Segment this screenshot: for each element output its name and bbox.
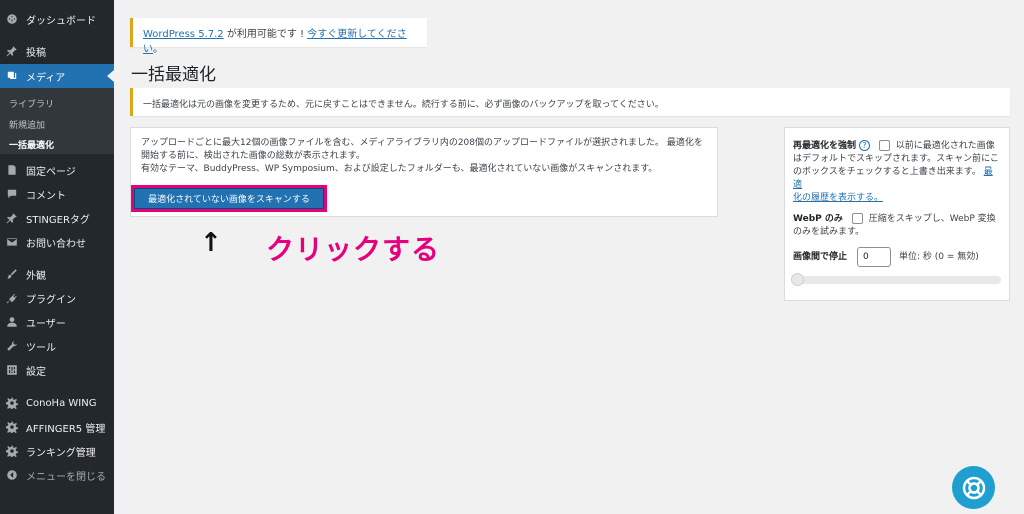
menu-users[interactable]: ユーザー: [0, 310, 114, 334]
gear-icon: [6, 421, 18, 433]
menu-tools[interactable]: ツール: [0, 334, 114, 358]
menu-conoha-wing[interactable]: ConoHa WING: [0, 391, 114, 415]
pin-icon: [6, 212, 18, 224]
menu-dashboard[interactable]: ダッシュボード: [0, 7, 114, 31]
scan-unoptimized-images-button[interactable]: 最適化されていない画像をスキャンする: [134, 188, 324, 209]
scan-button-highlight: 最適化されていない画像をスキャンする: [131, 185, 327, 212]
lifebuoy-icon: [962, 476, 985, 499]
menu-contact[interactable]: お問い合わせ: [0, 230, 114, 254]
menu-affinger5[interactable]: AFFINGER5 管理: [0, 415, 114, 439]
help-beacon-button[interactable]: [952, 466, 995, 509]
menu-pages-label: 固定ページ: [26, 166, 76, 178]
gear-icon: [6, 397, 18, 409]
delay-row: 画像間で停止 単位: 秒 (0 = 無効): [793, 247, 979, 267]
delay-slider-track[interactable]: [795, 276, 1001, 284]
force-reoptimize-label: 再最適化を強制: [793, 141, 857, 151]
menu-plugins[interactable]: プラグイン: [0, 286, 114, 310]
webp-only-checkbox[interactable]: [851, 213, 863, 224]
user-icon: [6, 316, 18, 328]
menu-contact-label: お問い合わせ: [26, 238, 86, 250]
wordpress-version-link[interactable]: WordPress 5.7.2: [143, 29, 224, 40]
webp-desc-1: 圧縮をスキップし、WebP 変換: [868, 214, 996, 224]
pin-icon: [6, 45, 18, 57]
menu-posts[interactable]: 投稿: [0, 39, 114, 63]
wrench-icon: [6, 340, 18, 352]
menu-pages[interactable]: 固定ページ: [0, 158, 114, 182]
menu-appearance[interactable]: 外観: [0, 262, 114, 286]
force-reoptimize-desc-2: はデフォルトでスキップされます。スキャン前にこ: [793, 154, 999, 164]
menu-stinger-tags[interactable]: STINGERタグ: [0, 206, 114, 230]
mail-icon: [6, 236, 18, 248]
menu-posts-label: 投稿: [26, 47, 46, 59]
backup-warning-text: 一括最適化は元の画像を変更するため、元に戻すことはできません。続行する前に、必ず…: [143, 100, 664, 110]
page-title: 一括最適化: [131, 65, 216, 85]
force-reoptimize-checkbox[interactable]: [878, 140, 890, 151]
admin-sidebar: ダッシュボード 投稿 メディア ライブラリ 新規追加 一括最適化 固定ページ コ…: [0, 0, 114, 514]
brush-icon: [6, 268, 18, 280]
update-notice: WordPress 5.7.2 が利用可能です ! 今すぐ更新してください。: [130, 18, 427, 55]
submenu-bulk-optimize[interactable]: 一括最適化: [9, 138, 54, 151]
scan-description-line-1: アップロードごとに最大12個の画像ファイルを含む、メディアライブラリ内の208個…: [141, 138, 703, 148]
webp-desc-2: のみを試みます。: [793, 227, 865, 237]
delay-seconds-input[interactable]: [857, 247, 892, 267]
media-icon: [6, 70, 18, 82]
force-reoptimize-row: 再最適化を強制 ? 以前に最適化された画像 はデフォルトでスキップされます。スキ…: [793, 140, 1001, 205]
settings-icon: [6, 364, 18, 376]
menu-conoha-wing-label: ConoHa WING: [26, 397, 97, 409]
menu-settings-label: 設定: [26, 366, 46, 378]
menu-settings[interactable]: 設定: [0, 358, 114, 382]
menu-affinger5-label: AFFINGER5 管理: [26, 423, 106, 435]
page-icon: [6, 164, 18, 176]
backup-warning-notice: 一括最適化は元の画像を変更するため、元に戻すことはできません。続行する前に、必ず…: [130, 88, 1010, 116]
submenu-add-new[interactable]: 新規追加: [9, 118, 45, 131]
dashboard-icon: [6, 13, 18, 25]
menu-plugins-label: プラグイン: [26, 294, 76, 306]
menu-collapse[interactable]: メニューを閉じる: [0, 463, 114, 487]
annotation-click-text: クリックする: [266, 233, 441, 266]
delay-slider-handle[interactable]: [791, 273, 804, 286]
force-reoptimize-desc-3: のボックスをチェックすると上書き出来ます。: [793, 167, 981, 177]
menu-ranking[interactable]: ランキング管理: [0, 439, 114, 463]
webp-row: WebP のみ 圧縮をスキップし、WebP 変換 のみを試みます。: [793, 213, 1001, 239]
settings-panel: 再最適化を強制 ? 以前に最適化された画像 はデフォルトでスキップされます。スキ…: [784, 127, 1010, 301]
menu-appearance-label: 外観: [26, 270, 46, 282]
help-icon[interactable]: ?: [858, 140, 870, 151]
plugin-icon: [6, 292, 18, 304]
scan-description-line-2: 開始する前に、検出された画像の総数が表示されます。: [141, 151, 365, 161]
update-notice-text: が利用可能です !: [223, 29, 308, 40]
menu-comments-label: コメント: [26, 190, 66, 202]
menu-users-label: ユーザー: [26, 318, 66, 330]
scan-description-line-3: 有効なテーマ、BuddyPress、WP Symposium、および設定したフォ…: [141, 164, 658, 174]
delay-label: 画像間で停止: [793, 251, 848, 262]
menu-media-label: メディア: [26, 72, 66, 84]
collapse-icon: [6, 469, 18, 481]
delay-unit-text: 単位: 秒 (0 = 無効): [899, 251, 979, 262]
menu-ranking-label: ランキング管理: [26, 447, 96, 459]
annotation-arrow: ↑: [200, 228, 222, 258]
force-reoptimize-desc-1: 以前に最適化された画像: [895, 141, 995, 151]
menu-collapse-label: メニューを閉じる: [26, 471, 106, 483]
menu-tools-label: ツール: [26, 342, 56, 354]
update-notice-period: 。: [153, 44, 163, 55]
menu-comments[interactable]: コメント: [0, 182, 114, 206]
webp-only-label: WebP のみ: [793, 214, 843, 224]
gear-icon: [6, 445, 18, 457]
comment-icon: [6, 188, 18, 200]
menu-media[interactable]: メディア: [0, 64, 114, 88]
menu-dashboard-label: ダッシュボード: [26, 15, 96, 27]
submenu-library[interactable]: ライブラリ: [9, 97, 54, 110]
menu-stinger-tags-label: STINGERタグ: [26, 214, 90, 226]
